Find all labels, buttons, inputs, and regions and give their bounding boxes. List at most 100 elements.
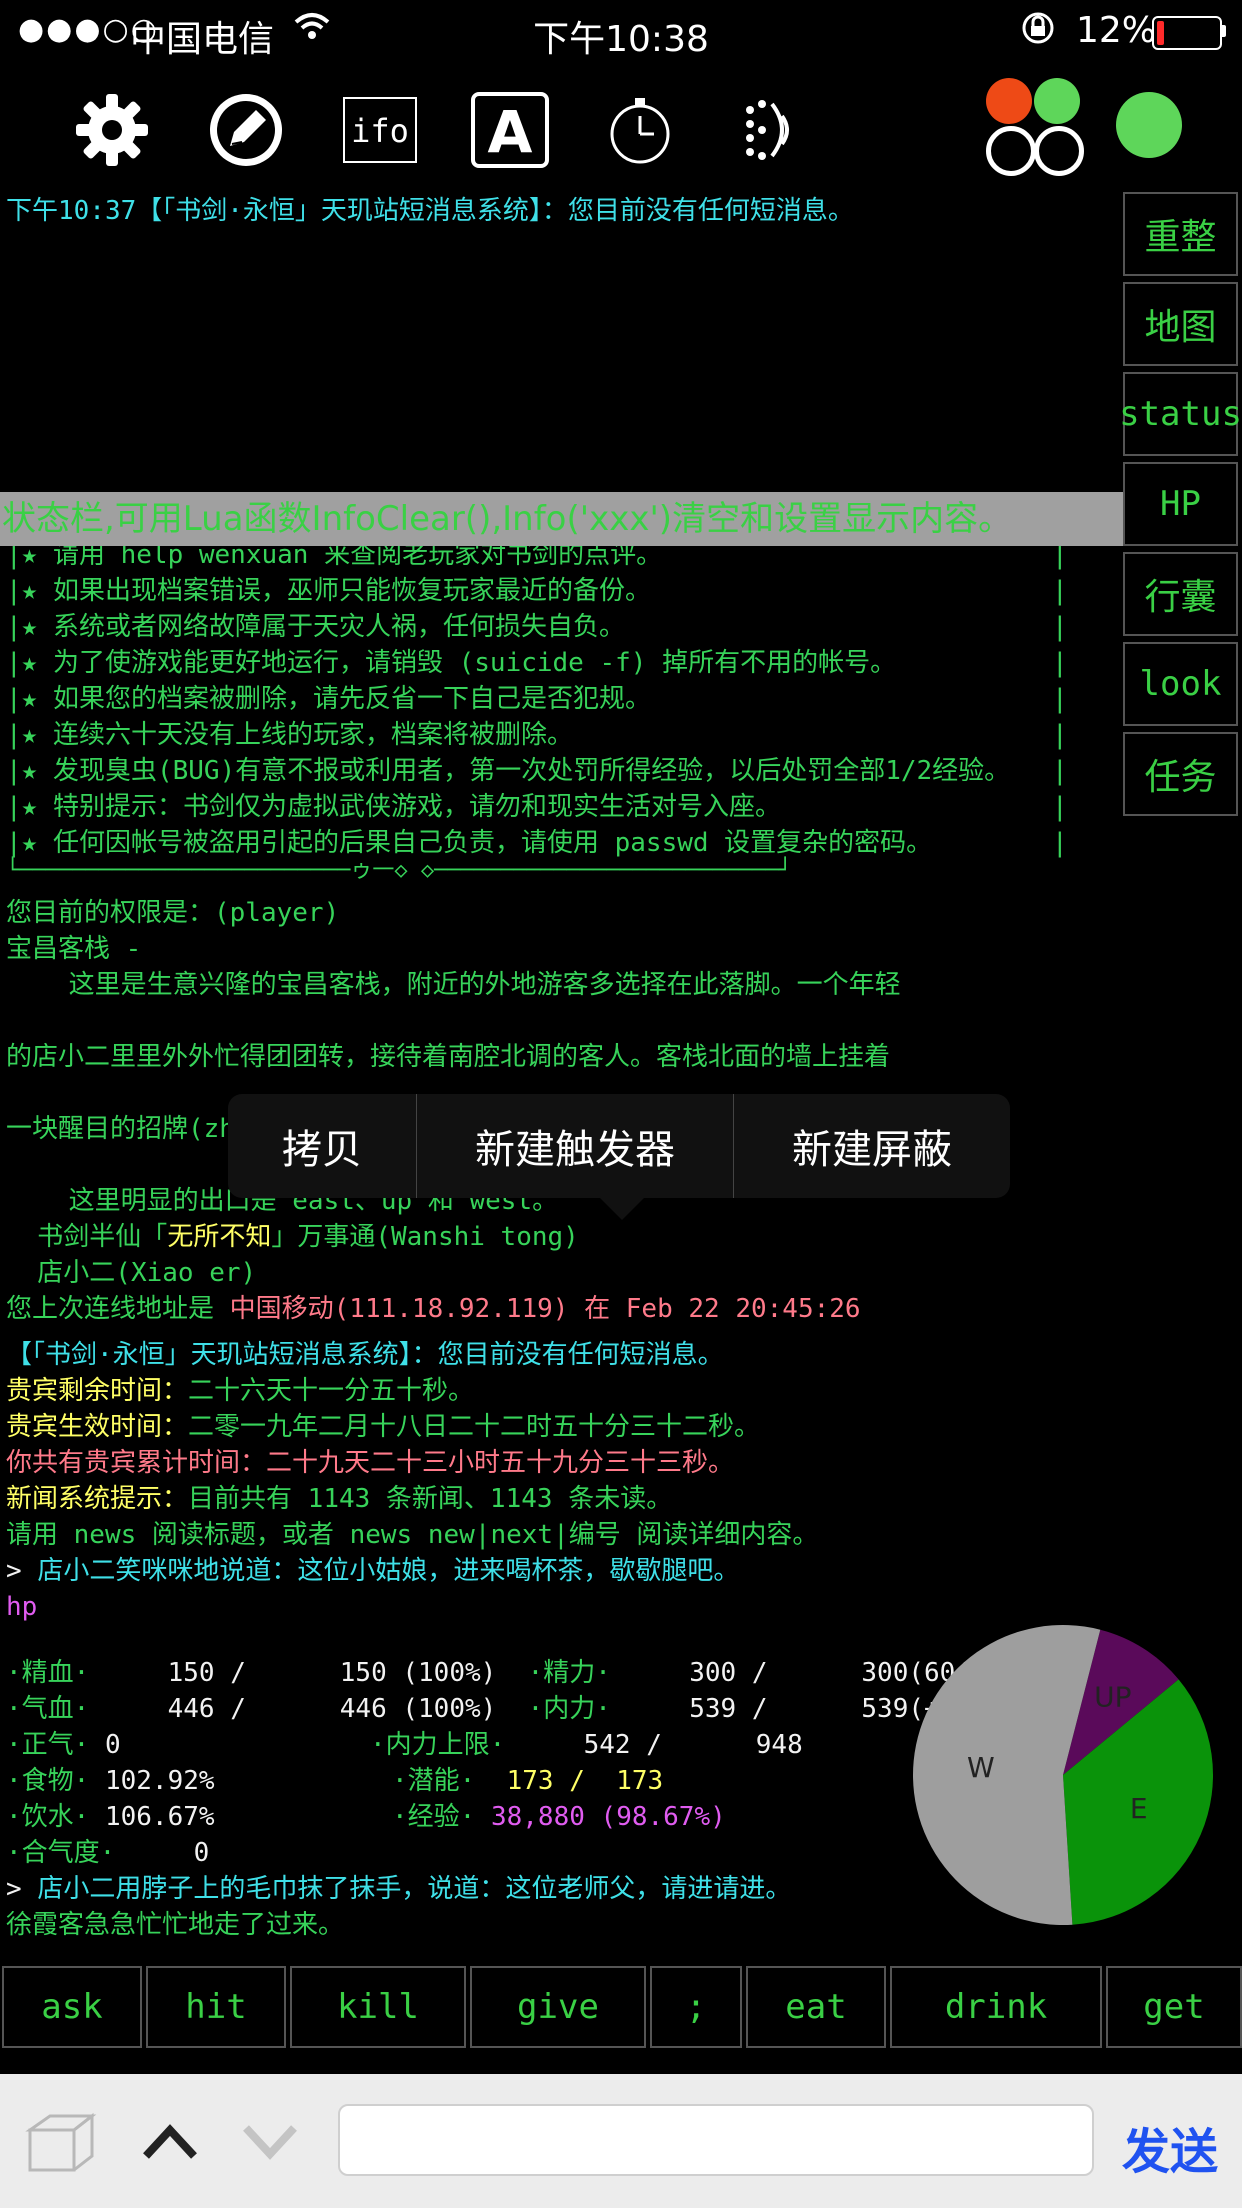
context-menu: 拷贝 新建触发器 新建屏蔽	[228, 1094, 1010, 1198]
box-border: |	[1052, 648, 1068, 678]
stat-value: 106.67%	[89, 1802, 215, 1832]
status-button[interactable]: status	[1119, 372, 1242, 456]
news-help: 请用 news 阅读标题，或者 news new|next|编号 阅读详细内容。	[6, 1520, 819, 1550]
notice-line: |★ 特别提示：书剑仅为虚拟武侠游戏，请勿和现实生活对号入座。	[6, 792, 781, 822]
stat-label: ·经验·	[392, 1802, 476, 1832]
stat-label: ·潜能·	[392, 1766, 476, 1796]
cmd-eat-button[interactable]: eat	[746, 1966, 886, 2048]
chevron-down-icon[interactable]	[238, 2116, 302, 2170]
empty-status-dot-right[interactable]	[1034, 126, 1084, 176]
box-border: |	[1052, 720, 1068, 750]
stat-value: 542 / 948	[505, 1730, 803, 1760]
copy-menu-item[interactable]: 拷贝	[228, 1094, 416, 1198]
event-line: 徐霞客急急忙忙地走了过来。	[6, 1910, 345, 1940]
stat-value: 102.92%	[89, 1766, 215, 1796]
box-border: |	[1052, 612, 1068, 642]
stat-value: 38,880 (98.67%)	[475, 1802, 726, 1832]
prompt: >	[6, 1556, 38, 1586]
notice-line: |★ 如果出现档案错误，巫师只能恢复玩家最近的备份。	[6, 576, 651, 606]
news-label: 新闻系统提示：	[6, 1484, 189, 1514]
vip-label: 你共有贵宾累计时间：	[6, 1448, 267, 1478]
stat-value: 446 / 446 (100%)	[89, 1694, 497, 1724]
command-input[interactable]	[338, 2104, 1094, 2176]
timer-icon[interactable]	[600, 90, 680, 170]
cmd-kill-button[interactable]: kill	[290, 1966, 466, 2048]
battery-icon	[1152, 16, 1222, 50]
stat-label: ·饮水·	[6, 1802, 90, 1832]
cmd-hit-button[interactable]: hit	[146, 1966, 286, 2048]
font-icon-label: A	[488, 98, 533, 166]
stat-value: 0	[89, 1730, 121, 1760]
news-value: 目前共有 1143 条新闻、1143 条未读。	[188, 1484, 673, 1514]
prompt: >	[6, 1874, 38, 1904]
ifo-icon[interactable]: ifo	[340, 90, 420, 170]
notice-line: |★ 如果您的档案被删除，请先反省一下自己是否犯规。	[6, 684, 651, 714]
stat-label: ·正气·	[6, 1730, 90, 1760]
compose-icon[interactable]	[206, 90, 286, 170]
last-login-value: 中国移动(111.18.92.119) 在 Feb 22 20:45:26	[229, 1294, 861, 1324]
cmd-give-button[interactable]: give	[470, 1966, 646, 2048]
room-title: 宝昌客栈 -	[6, 934, 142, 964]
quick-command-row: ask hit kill give ; eat drink get	[0, 1964, 1242, 2052]
notice-line: |★ 连续六十天没有上线的玩家，档案将被删除。	[6, 720, 573, 750]
connection-status-dot[interactable]	[1116, 92, 1182, 158]
empty-status-dot-left[interactable]	[986, 126, 1036, 176]
box-border: |	[1052, 576, 1068, 606]
inventory-button[interactable]: 行囊	[1123, 552, 1238, 636]
stat-label: ·内力·	[496, 1694, 611, 1724]
stat-label: ·精力·	[496, 1658, 611, 1688]
vip-value: 二零一九年二月十八日二十二时五十分三十二秒。	[188, 1412, 761, 1442]
direction-pie[interactable]: UP E W	[910, 1622, 1216, 1928]
pie-label-up: UP	[1094, 1680, 1131, 1713]
cmd-get-button[interactable]: get	[1106, 1966, 1242, 2048]
npc-say: 店小二笑咪咪地说道：这位小姑娘，进来喝杯茶，歇歇腿吧。	[37, 1556, 740, 1586]
box-icon[interactable]	[20, 2110, 100, 2178]
notice-line: |★ 任何因帐号被盗用引起的后果自己负责，请使用 passwd 设置复杂的密码。	[6, 828, 933, 858]
status-bar: ●●●○○ 中国电信 下午10:38 12%	[0, 0, 1242, 62]
vip-value: 二十六天十一分五十秒。	[188, 1376, 475, 1406]
npc-name: 店小二(Xiao er)	[6, 1258, 257, 1288]
rotation-lock-icon	[1018, 8, 1058, 57]
reset-button[interactable]: 重整	[1123, 192, 1238, 276]
stat-value: 173 / 173	[475, 1766, 664, 1796]
red-status-dot[interactable]	[986, 78, 1032, 124]
npc-say: 店小二用脖子上的毛巾抹了抹手，说道：这位老师父，请进请进。	[37, 1874, 792, 1904]
input-bar: 发送	[0, 2074, 1242, 2208]
timestamp: 下午10:37	[6, 196, 137, 226]
room-desc: 一块醒目的招牌(zh	[6, 1114, 235, 1144]
speech-icon[interactable]	[730, 90, 810, 170]
map-button[interactable]: 地图	[1123, 282, 1238, 366]
stat-label: ·合气度·	[6, 1838, 116, 1868]
cmd-ask-button[interactable]: ask	[2, 1966, 142, 2048]
notice-line: |★ 发现臭虫(BUG)有意不报或利用者，第一次处罚所得经验，以后处罚全部1/2…	[6, 756, 1011, 786]
box-bottom-border: └─────────────────────────ゥ一◇ ◇─────────…	[6, 858, 792, 883]
look-button[interactable]: look	[1123, 642, 1238, 726]
hp-button[interactable]: HP	[1123, 462, 1238, 546]
notice-line: |★ 系统或者网络故障属于天灾人祸，任何损失自负。	[6, 612, 625, 642]
battery-percent: 12%	[1076, 10, 1157, 51]
new-trigger-menu-item[interactable]: 新建触发器	[417, 1094, 733, 1198]
npc-nickname: 无所不知	[167, 1222, 272, 1252]
box-border: |	[1052, 828, 1068, 858]
cmd-separator-button[interactable]: ;	[650, 1966, 742, 2048]
vip-value: 二十九天二十三小时五十九分三十三秒。	[266, 1448, 735, 1478]
box-border: |	[1052, 684, 1068, 714]
chevron-up-icon[interactable]	[138, 2116, 202, 2170]
permission-line: 您目前的权限是：(player)	[6, 898, 340, 928]
gear-icon[interactable]	[72, 90, 152, 170]
stat-label: ·精血·	[6, 1658, 90, 1688]
green-status-dot[interactable]	[1034, 78, 1080, 124]
npc-name: 」万事通(Wanshi tong)	[271, 1222, 579, 1252]
context-menu-arrow	[600, 1198, 644, 1220]
box-border: |	[1052, 756, 1068, 786]
quest-button[interactable]: 任务	[1123, 732, 1238, 816]
command-echo: hp	[6, 1592, 38, 1622]
font-icon[interactable]: A	[470, 90, 550, 170]
stat-value: 0	[115, 1838, 210, 1868]
send-button[interactable]: 发送	[1122, 2112, 1218, 2182]
status-overlay: 状态栏,可用Lua函数InfoClear(),Info('xxx')清空和设置显…	[0, 492, 1124, 546]
cmd-drink-button[interactable]: drink	[890, 1966, 1102, 2048]
battery-nub	[1222, 25, 1226, 37]
new-filter-menu-item[interactable]: 新建屏蔽	[734, 1094, 1010, 1198]
vip-label: 贵宾剩余时间：	[6, 1376, 189, 1406]
